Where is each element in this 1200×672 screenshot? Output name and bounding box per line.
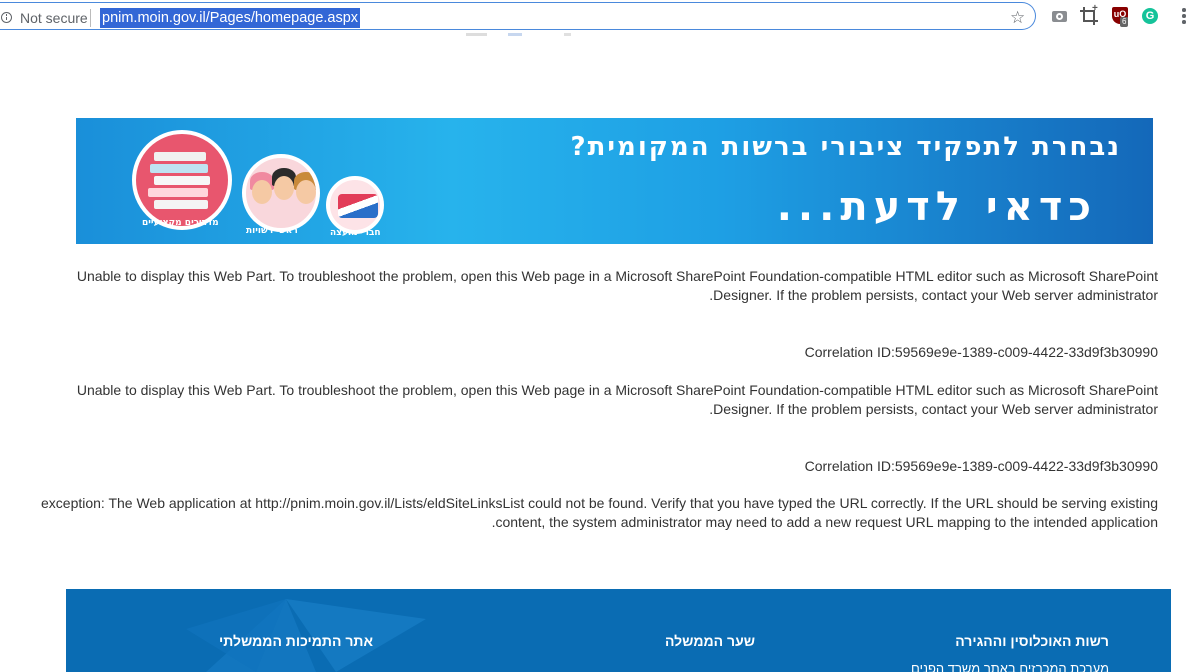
ublock-icon[interactable]: uO 6 bbox=[1111, 7, 1129, 27]
exception-message: exception: The Web application at http:/… bbox=[41, 495, 1158, 530]
footer-link-population-authority[interactable]: רשות האוכלוסין וההגירה bbox=[955, 633, 1109, 649]
site-header-strip bbox=[466, 33, 1166, 36]
webpart-error-message: Unable to display this Web Part. To trou… bbox=[76, 382, 1158, 417]
bookmark-star-icon[interactable]: ☆ bbox=[1010, 8, 1025, 28]
security-label[interactable]: Not secure bbox=[20, 10, 88, 26]
grammarly-icon[interactable]: G bbox=[1141, 7, 1159, 25]
footer-star-decoration bbox=[186, 599, 426, 672]
promo-banner[interactable]: נבחרת לתפקיד ציבורי ברשות המקומית? כדאי … bbox=[76, 118, 1153, 244]
site-footer: רשות האוכלוסין וההגירה מערכת המכרזים באת… bbox=[66, 589, 1171, 672]
browser-menu-icon[interactable] bbox=[1182, 8, 1186, 26]
banner-caption: מדריכים מקצועיים bbox=[142, 218, 219, 228]
camera-icon[interactable] bbox=[1051, 7, 1069, 25]
webpart-error-message: Unable to display this Web Part. To trou… bbox=[76, 268, 1158, 303]
crop-icon[interactable]: + bbox=[1080, 3, 1098, 25]
browser-toolbar: Not secure pnim.moin.gov.il/Pages/homepa… bbox=[0, 0, 1200, 33]
info-icon[interactable] bbox=[1, 12, 12, 23]
footer-link-gov-portal[interactable]: שער הממשלה bbox=[665, 633, 755, 649]
footer-link-gov-support[interactable]: אתר התמיכות הממשלתי bbox=[219, 633, 373, 649]
banner-headline: נבחרת לתפקיד ציבורי ברשות המקומית? bbox=[570, 132, 1121, 162]
divider bbox=[90, 9, 91, 27]
council-illustration bbox=[326, 176, 384, 234]
correlation-id: Correlation ID:59569e9e-1389-c009-4422-3… bbox=[804, 344, 1158, 360]
address-bar[interactable]: Not secure pnim.moin.gov.il/Pages/homepa… bbox=[0, 2, 1036, 30]
footer-sublink-tenders[interactable]: מערכת המכרזים באתר משרד הפנים bbox=[911, 661, 1109, 672]
url-text[interactable]: pnim.moin.gov.il/Pages/homepage.aspx bbox=[100, 8, 361, 28]
banner-caption: חברי מועצה bbox=[330, 228, 381, 238]
correlation-id: Correlation ID:59569e9e-1389-c009-4422-3… bbox=[804, 458, 1158, 474]
extension-badge: 6 bbox=[1120, 17, 1129, 27]
books-illustration bbox=[132, 130, 232, 230]
banner-subheadline: כדאי לדעת... bbox=[776, 184, 1097, 230]
banner-caption: ראשי רשויות bbox=[246, 226, 298, 236]
people-illustration bbox=[242, 154, 320, 232]
